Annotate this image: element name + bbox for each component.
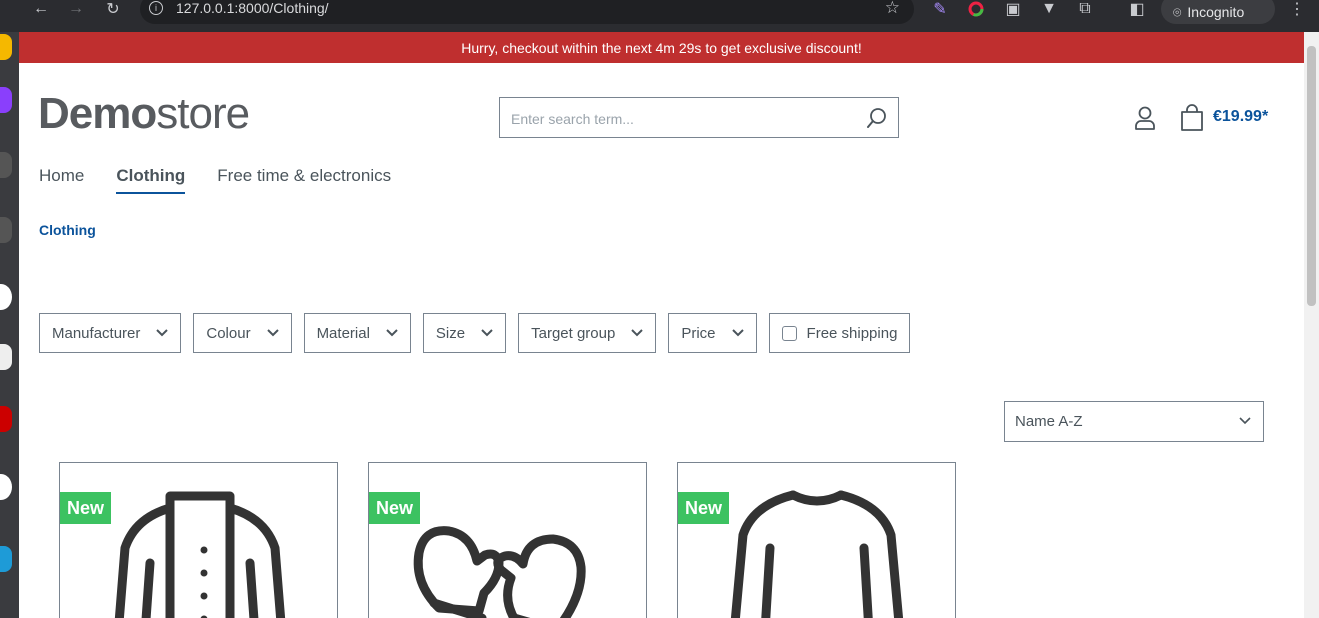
filter-material[interactable]: Material [303, 313, 411, 353]
incognito-icon: ⌾ [1173, 3, 1182, 20]
account-icon[interactable] [1133, 105, 1157, 131]
incognito-label: Incognito [1187, 4, 1245, 20]
chevron-down-icon [731, 329, 744, 337]
dock-app-icon[interactable] [0, 546, 12, 572]
filter-label: Free shipping [806, 324, 898, 342]
jacket-icon [114, 491, 286, 618]
dock-app-icon[interactable] [0, 406, 12, 432]
filter-label: Manufacturer [52, 324, 141, 342]
scrollbar-thumb[interactable] [1307, 46, 1316, 306]
reload-icon[interactable]: ↻ [104, 0, 122, 18]
dock-app-icon[interactable] [0, 217, 12, 243]
filter-manufacturer[interactable]: Manufacturer [39, 313, 182, 353]
search-icon[interactable] [866, 107, 888, 129]
filter-size[interactable]: Size [422, 313, 507, 353]
logo-bold: Demo [38, 89, 157, 138]
filter-colour[interactable]: Colour [193, 313, 292, 353]
back-icon[interactable]: ← [32, 0, 50, 18]
discount-banner: Hurry, checkout within the next 4m 29s t… [19, 32, 1304, 63]
filter-label: Price [681, 324, 716, 342]
filter-price[interactable]: Price [668, 313, 757, 353]
breadcrumb[interactable]: Clothing [39, 222, 96, 238]
url-text: 127.0.0.1:8000/Clothing/ [176, 0, 329, 16]
extensions-puzzle-icon[interactable]: ⧉ [1076, 0, 1094, 18]
dock-app-icon[interactable] [0, 87, 12, 113]
extension-feather-icon[interactable]: ✎ [931, 0, 949, 18]
extension-color-icon[interactable] [967, 0, 985, 18]
browser-toolbar: ← → ↻ i ☆ 127.0.0.1:8000/Clothing/ ✎ ▣ ▼… [0, 0, 1319, 32]
cart-total[interactable]: €19.99* [1213, 108, 1268, 126]
browser-menu-icon[interactable]: ⋮ [1288, 0, 1306, 18]
product-card[interactable]: New [677, 462, 956, 618]
chevron-down-icon [481, 329, 493, 337]
filter-panel: Manufacturer Colour Material Size Target… [39, 313, 922, 353]
dock-app-icon[interactable] [0, 34, 12, 60]
site-info-icon[interactable]: i [149, 1, 163, 15]
filter-label: Material [316, 324, 370, 342]
sort-selected-value: Name A-Z [1015, 413, 1083, 430]
chevron-down-icon [386, 329, 398, 337]
dock-app-icon[interactable] [0, 152, 12, 178]
extension-v-icon[interactable]: ▼ [1040, 0, 1058, 18]
chevron-down-icon [266, 329, 279, 337]
bookmark-star-icon[interactable]: ☆ [885, 0, 900, 18]
product-card[interactable]: New [368, 462, 647, 618]
filter-free-shipping[interactable]: Free shipping [768, 313, 911, 353]
side-panel-icon[interactable]: ◧ [1128, 0, 1146, 18]
free-shipping-checkbox[interactable] [781, 325, 797, 341]
product-card[interactable]: New [59, 462, 338, 618]
banner-text: Hurry, checkout within the next 4m 29s t… [461, 39, 862, 56]
mittens-icon [413, 526, 586, 618]
nav-item-free-time-electronics[interactable]: Free time & electronics [217, 166, 391, 194]
new-badge: New [678, 492, 730, 524]
nav-item-clothing[interactable]: Clothing [116, 166, 186, 194]
chevron-down-icon [1239, 417, 1251, 425]
dock-app-icon[interactable] [0, 474, 12, 500]
main-navigation: Home Clothing Free time & electronics [39, 166, 423, 194]
forward-icon[interactable]: → [67, 0, 85, 18]
web-page: Hurry, checkout within the next 4m 29s t… [19, 32, 1304, 618]
search-input[interactable] [509, 108, 853, 130]
sweater-icon [730, 490, 904, 618]
chevron-down-icon [156, 329, 169, 337]
filter-label: Target group [531, 324, 616, 342]
sort-select[interactable]: Name A-Z [1004, 401, 1264, 442]
page-scrollbar[interactable] [1304, 32, 1319, 618]
cart-icon[interactable] [1179, 104, 1205, 132]
dock-app-icon[interactable] [0, 284, 12, 310]
filter-target-group[interactable]: Target group [518, 313, 657, 353]
store-logo[interactable]: Demostore [38, 88, 250, 140]
dock-app-icon[interactable] [0, 344, 12, 370]
incognito-indicator[interactable]: ⌾ Incognito [1161, 0, 1275, 24]
extension-notes-icon[interactable]: ▣ [1004, 0, 1022, 18]
search-box [499, 97, 899, 138]
logo-light: store [156, 89, 250, 138]
filter-label: Size [435, 324, 466, 342]
nav-item-home[interactable]: Home [39, 166, 84, 194]
new-badge: New [369, 492, 421, 524]
chevron-down-icon [631, 329, 644, 337]
filter-label: Colour [206, 324, 251, 342]
new-badge: New [60, 492, 112, 524]
desktop-dock [0, 32, 19, 618]
